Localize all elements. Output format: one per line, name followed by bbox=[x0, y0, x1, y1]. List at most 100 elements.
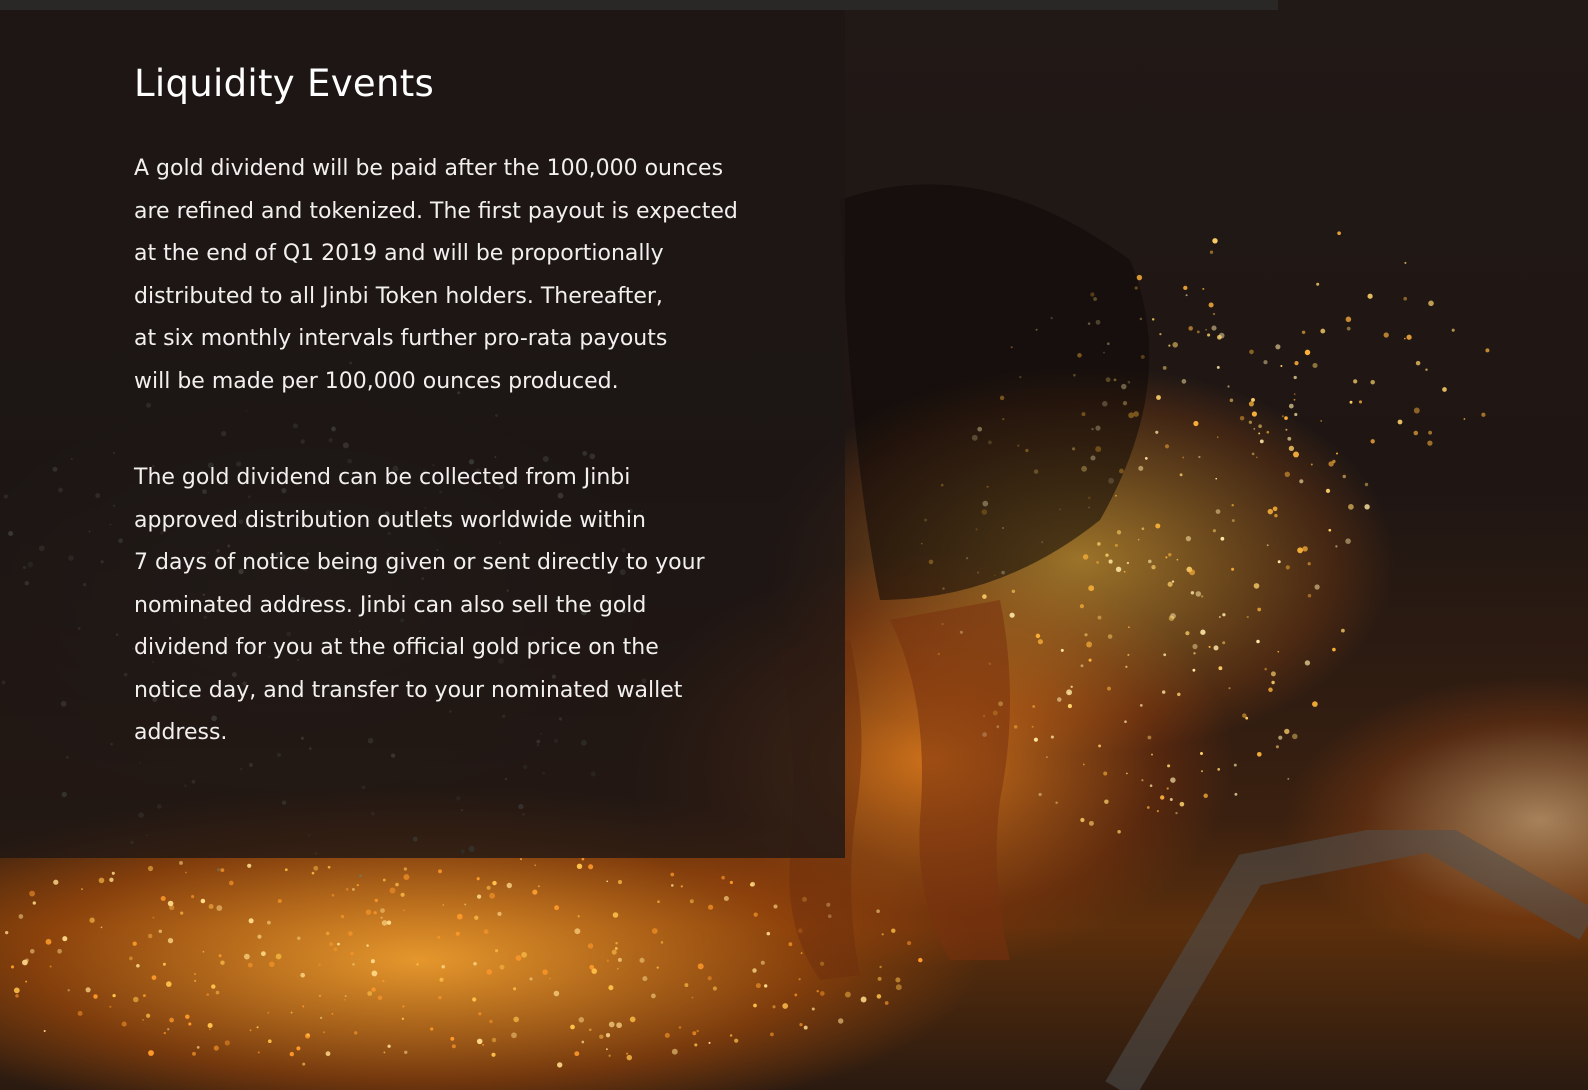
spark-particle bbox=[383, 1051, 386, 1054]
spark-particle bbox=[1185, 631, 1190, 636]
spark-particle bbox=[1167, 764, 1171, 768]
spark-particle bbox=[30, 949, 35, 954]
spark-particle bbox=[1148, 559, 1152, 564]
spark-particle bbox=[881, 933, 884, 936]
spark-particle bbox=[249, 1029, 252, 1032]
spark-particle bbox=[692, 1031, 697, 1036]
spark-particle bbox=[1266, 430, 1270, 434]
spark-particle bbox=[365, 909, 372, 915]
spark-particle bbox=[1195, 591, 1202, 597]
hexagon-decoration bbox=[1105, 830, 1588, 1090]
spark-particle bbox=[1126, 772, 1128, 775]
spark-particle bbox=[77, 1010, 83, 1016]
section-title: Liquidity Events bbox=[134, 62, 435, 105]
spark-particle bbox=[380, 916, 383, 919]
spark-particle bbox=[1342, 474, 1347, 479]
spark-particle bbox=[395, 882, 399, 887]
spark-particle bbox=[311, 871, 315, 875]
spark-particle bbox=[1370, 439, 1375, 444]
spark-particle bbox=[1428, 300, 1434, 307]
spark-particle bbox=[1126, 561, 1130, 565]
spark-particle bbox=[1170, 777, 1176, 783]
spark-particle bbox=[1267, 508, 1274, 515]
spark-particle bbox=[615, 942, 618, 945]
spark-particle bbox=[608, 1054, 611, 1057]
spark-particle bbox=[1415, 360, 1421, 366]
spark-particle bbox=[499, 964, 505, 970]
spark-particle bbox=[1216, 365, 1220, 369]
spark-particle bbox=[464, 903, 467, 906]
spark-particle bbox=[93, 994, 98, 999]
spark-particle bbox=[1060, 648, 1064, 652]
spark-particle bbox=[1181, 379, 1187, 384]
spark-particle bbox=[1151, 318, 1155, 321]
spark-particle bbox=[112, 993, 116, 998]
spark-particle bbox=[1256, 639, 1260, 644]
spark-particle bbox=[297, 936, 301, 941]
spark-particle bbox=[1084, 633, 1088, 637]
spark-particle bbox=[491, 1052, 496, 1057]
spark-particle bbox=[773, 904, 778, 909]
spark-particle bbox=[45, 938, 52, 945]
spark-particle bbox=[1192, 668, 1196, 672]
spark-particle bbox=[1403, 296, 1408, 301]
spark-particle bbox=[1182, 456, 1185, 459]
spark-particle bbox=[337, 942, 340, 946]
spark-particle bbox=[755, 983, 761, 989]
spark-particle bbox=[617, 880, 623, 885]
spark-particle bbox=[489, 1019, 493, 1024]
spark-particle bbox=[224, 1040, 230, 1046]
spark-particle bbox=[1307, 593, 1312, 598]
spark-particle bbox=[1168, 615, 1175, 621]
spark-particle bbox=[982, 594, 987, 599]
spark-particle bbox=[1349, 400, 1353, 404]
spark-particle bbox=[1217, 768, 1221, 771]
spark-particle bbox=[1364, 504, 1370, 510]
spark-particle bbox=[1107, 634, 1113, 639]
spark-particle bbox=[1304, 349, 1311, 356]
spark-particle bbox=[132, 941, 137, 946]
spark-particle bbox=[1035, 633, 1041, 639]
spark-particle bbox=[506, 882, 513, 889]
spark-particle bbox=[1050, 735, 1054, 739]
spark-particle bbox=[1228, 687, 1231, 690]
spark-particle bbox=[606, 959, 609, 962]
spark-particle bbox=[1155, 430, 1159, 434]
spark-particle bbox=[1219, 616, 1221, 618]
spark-particle bbox=[167, 1028, 170, 1031]
spark-particle bbox=[1176, 558, 1179, 561]
spark-particle bbox=[348, 931, 353, 936]
spark-particle bbox=[1302, 546, 1308, 552]
spark-particle bbox=[1156, 395, 1161, 400]
spark-particle bbox=[1268, 687, 1273, 693]
spark-particle bbox=[1332, 647, 1336, 652]
spark-particle bbox=[1285, 428, 1288, 431]
spark-particle bbox=[537, 885, 540, 888]
spark-particle bbox=[1403, 337, 1406, 340]
spark-particle bbox=[1213, 645, 1219, 651]
spark-particle bbox=[62, 936, 68, 942]
spark-particle bbox=[907, 941, 912, 946]
spark-particle bbox=[1413, 430, 1419, 436]
spark-particle bbox=[752, 968, 757, 973]
spark-particle bbox=[1147, 735, 1152, 740]
spark-particle bbox=[1284, 416, 1288, 420]
spark-particle bbox=[152, 916, 155, 919]
spark-particle bbox=[1079, 604, 1084, 609]
spark-particle bbox=[1144, 457, 1148, 460]
spark-particle bbox=[1088, 658, 1092, 662]
spark-particle bbox=[151, 975, 157, 981]
spark-particle bbox=[1124, 720, 1127, 724]
spark-particle bbox=[142, 994, 146, 998]
spark-particle bbox=[1185, 294, 1188, 297]
spark-particle bbox=[657, 900, 660, 903]
spark-particle bbox=[389, 887, 396, 894]
spark-particle bbox=[1275, 344, 1281, 350]
spark-particle bbox=[1108, 559, 1113, 564]
spark-particle bbox=[1451, 328, 1455, 332]
spark-particle bbox=[1249, 349, 1254, 355]
spark-particle bbox=[216, 905, 223, 911]
spark-particle bbox=[142, 1019, 144, 1021]
spark-particle bbox=[1188, 326, 1193, 331]
spark-particle bbox=[877, 976, 882, 981]
